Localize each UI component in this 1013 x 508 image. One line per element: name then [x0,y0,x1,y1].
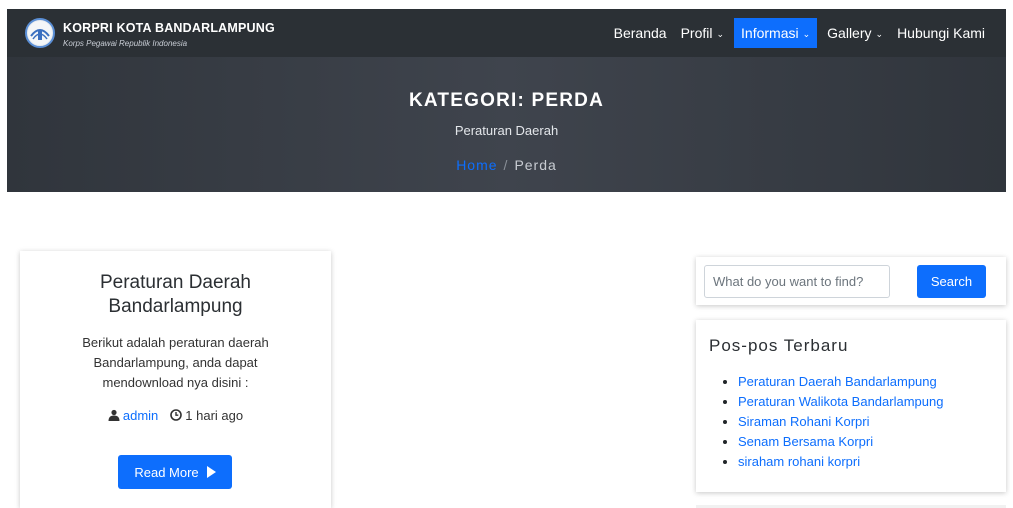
breadcrumb-current: Perda [514,157,557,173]
post-card: Peraturan Daerah Bandarlampung Berikut a… [20,251,331,508]
recent-post-link[interactable]: Peraturan Walikota Bandarlampung [738,394,943,409]
post-meta: admin 1 hari ago [20,408,331,423]
main-menu: Beranda Profil ⌄ Informasi ⌄ Gallery ⌄ H… [607,18,992,48]
list-item: Peraturan Daerah Bandarlampung [738,372,943,392]
recent-post-link[interactable]: siraham rohani korpri [738,454,860,469]
breadcrumb-separator: / [503,157,509,173]
brand-subtitle: Korps Pegawai Republik Indonesia [63,39,188,48]
list-item: Senam Bersama Korpri [738,432,943,452]
nav-item-label: Profil [680,25,713,41]
user-icon [108,408,120,423]
clock-icon [170,408,183,423]
post-excerpt: Berikut adalah peraturan daerah Bandarla… [82,335,269,390]
post-author: admin [108,408,158,423]
post-time: 1 hari ago [170,408,243,423]
korpri-logo[interactable] [25,18,55,48]
post-author-link[interactable]: admin [123,408,158,423]
nav-item-profil[interactable]: Profil ⌄ [674,18,731,48]
nav-item-label: Beranda [613,25,667,41]
breadcrumb: Home / Perda [7,157,1006,173]
page-header: KATEGORI: PERDA Peraturan Daerah Home / Pe… [7,57,1006,192]
recent-post-link[interactable]: Peraturan Daerah Bandarlampung [738,374,937,389]
nav-item-label: Gallery [827,25,872,41]
list-item: Peraturan Walikota Bandarlampung [738,392,943,412]
chevron-down-icon: ⌄ [802,28,811,39]
list-item: Siraman Rohani Korpri [738,412,943,432]
page-subtitle: Peraturan Daerah [454,123,559,138]
chevron-down-icon: ⌄ [716,28,725,39]
search-input[interactable] [704,265,890,298]
recent-posts-list: Peraturan Daerah Bandarlampung Peraturan… [724,372,943,472]
play-icon [206,466,216,478]
navbar: KORPRI KOTA BANDARLAMPUNG Korps Pegawai … [7,9,1006,57]
nav-item-label: Informasi [741,25,799,41]
list-item: siraham rohani korpri [738,452,943,472]
brand-title[interactable]: KORPRI KOTA BANDARLAMPUNG [63,21,275,35]
nav-item-informasi[interactable]: Informasi ⌄ [734,18,818,48]
recent-post-link[interactable]: Siraman Rohani Korpri [738,414,870,429]
page-title: KATEGORI: PERDA [409,90,604,111]
search-button[interactable]: Search [917,265,986,298]
post-time-text: 1 hari ago [185,408,244,423]
read-more-label: Read More [134,464,199,480]
read-more-button[interactable]: Read More [118,455,232,489]
nav-item-gallery[interactable]: Gallery ⌄ [820,18,890,48]
recent-posts-title: Pos-pos Terbaru [709,336,849,355]
breadcrumb-home-link[interactable]: Home [456,157,497,173]
recent-post-link[interactable]: Senam Bersama Korpri [738,434,873,449]
search-widget: Search [696,257,1006,305]
nav-item-beranda[interactable]: Beranda [607,18,674,48]
chevron-down-icon: ⌄ [875,28,884,39]
nav-item-hubungi-kami[interactable]: Hubungi Kami [890,18,992,48]
recent-posts-widget: Pos-pos Terbaru Peraturan Daerah Bandarl… [696,320,1006,492]
post-title[interactable]: Peraturan Daerah Bandarlampung [35,271,316,319]
nav-item-label: Hubungi Kami [897,25,985,41]
